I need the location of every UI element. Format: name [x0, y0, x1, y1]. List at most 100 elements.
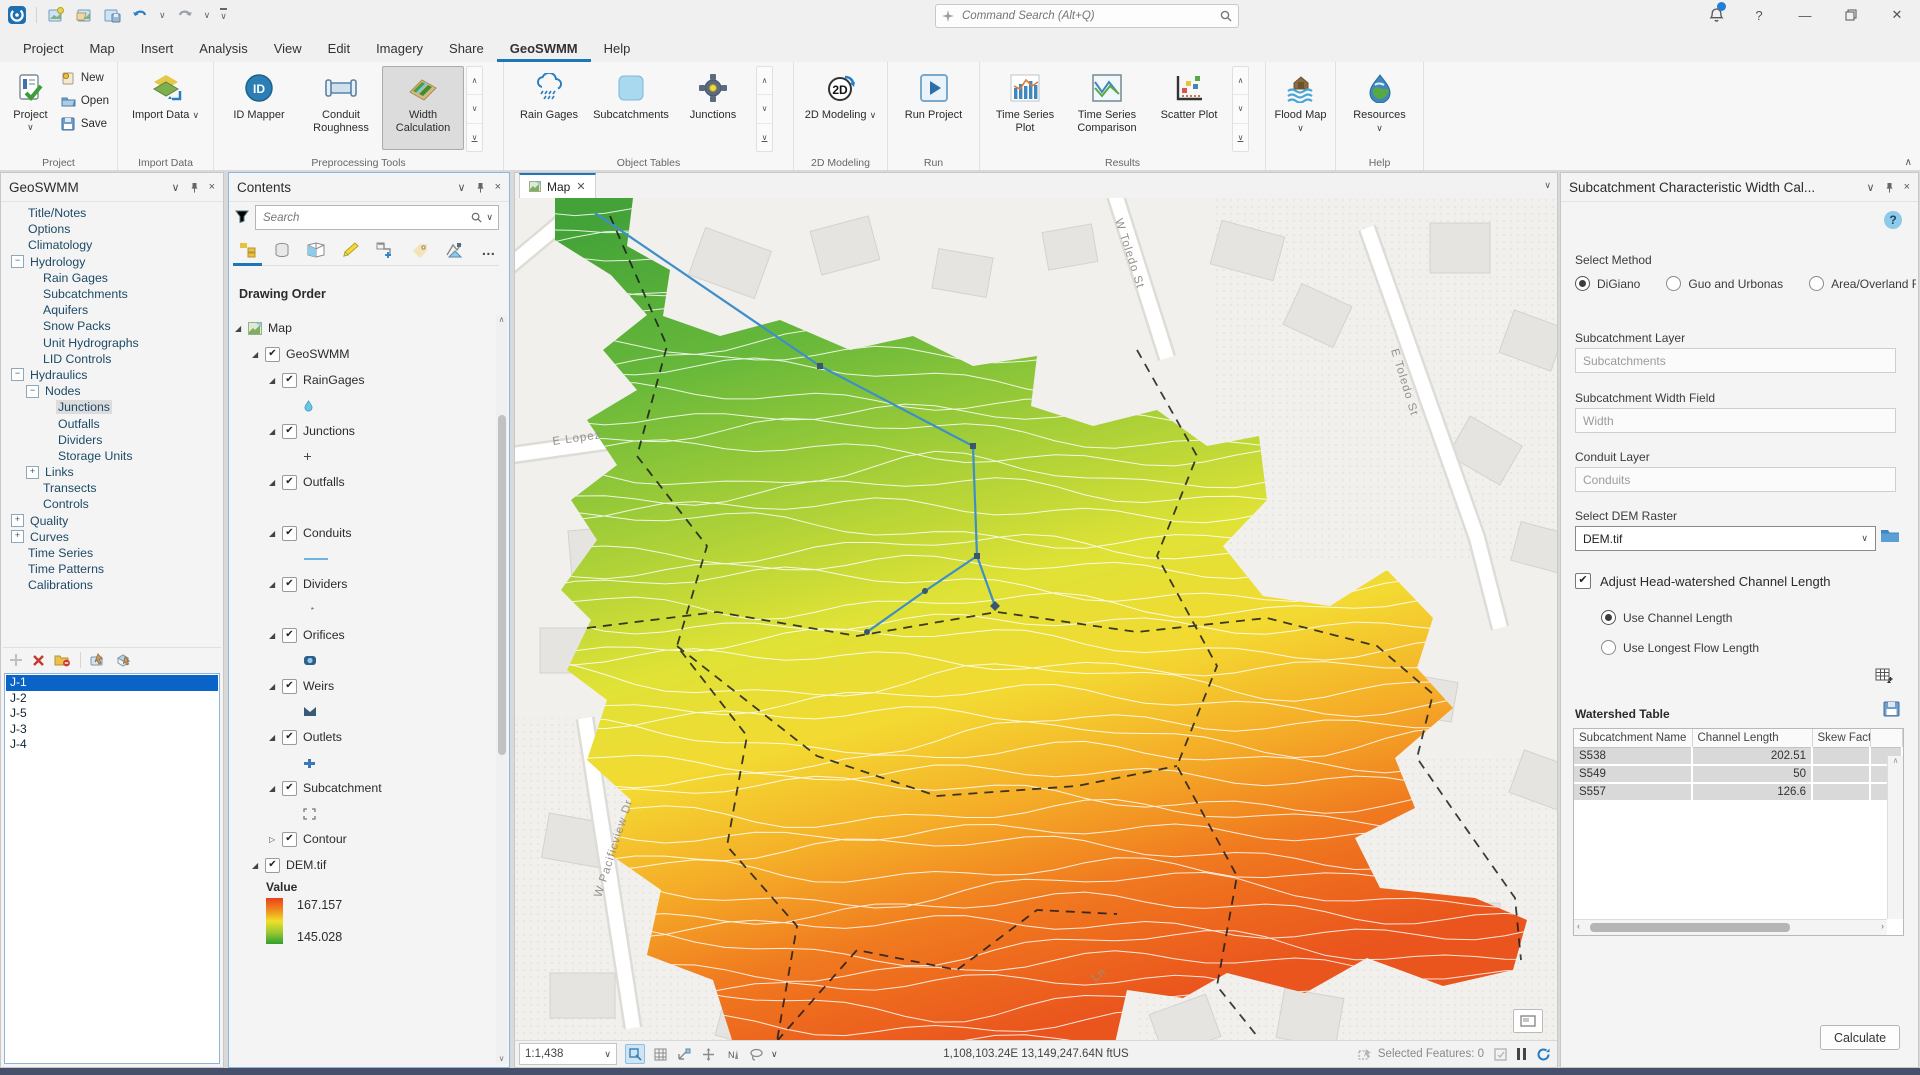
cell-name[interactable]: S549 [1574, 765, 1692, 783]
tree-item-time-series[interactable]: Time Series [3, 545, 221, 561]
contents-search[interactable]: ∨ [255, 205, 499, 230]
list-item-j-4[interactable]: J-4 [6, 737, 218, 753]
undo-dropdown-icon[interactable]: ∨ [159, 10, 166, 21]
junctions-button[interactable]: Junctions [672, 66, 754, 150]
symbol-subcatchment[interactable] [233, 801, 493, 826]
tab-list-icon[interactable]: ∨ [1544, 180, 1551, 191]
open-button[interactable]: Open [57, 91, 113, 111]
contents-search-input[interactable] [261, 211, 467, 225]
tree-item-hydraulics[interactable]: −Hydraulics [3, 367, 221, 383]
tab-drawing-order[interactable] [237, 239, 258, 261]
symbol-dividers[interactable] [233, 597, 493, 622]
command-search-input[interactable] [960, 9, 1214, 23]
object-tables-scroll[interactable]: ∧∨∨ [756, 66, 773, 152]
tree-item-links[interactable]: +Links [3, 464, 221, 480]
map-canvas[interactable]: W Toledo StE Toledo StE LopezW Pacificvi… [515, 198, 1557, 1041]
tree-item-title-notes[interactable]: Title/Notes [3, 205, 221, 221]
tab-snapping[interactable] [375, 239, 396, 261]
symbol-junctions[interactable] [233, 444, 493, 469]
layer-weirs[interactable]: ◢✔Weirs [233, 673, 493, 699]
redo-dropdown-icon[interactable]: ∨ [204, 10, 211, 21]
width-field-input[interactable]: Width [1575, 408, 1896, 433]
col-skew-factor[interactable]: Skew Factor [1812, 729, 1870, 748]
layer-visibility-checkbox[interactable]: ✔ [282, 832, 297, 847]
tree-item-controls[interactable]: Controls [3, 496, 221, 512]
cell-channel-length[interactable]: 202.51 [1692, 748, 1812, 766]
minimize-button[interactable]: — [1782, 0, 1828, 30]
panel-menu-icon[interactable]: ∨ [1867, 181, 1875, 194]
adjust-channel-length-checkbox[interactable]: ✔ Adjust Head-watershed Channel Length [1575, 573, 1831, 589]
remove-all-icon[interactable] [54, 653, 71, 667]
help-button[interactable]: ? [1736, 0, 1782, 30]
radio-digiano[interactable]: DiGiano [1575, 276, 1640, 291]
layer-visibility-checkbox[interactable]: ✔ [282, 730, 297, 745]
refresh-button[interactable] [1536, 1047, 1551, 1062]
tree-item-calibrations[interactable]: Calibrations [3, 577, 221, 593]
map-tab[interactable]: Map ✕ [519, 173, 596, 199]
menu-tab-imagery[interactable]: Imagery [363, 35, 436, 62]
layer-map[interactable]: ◢Map [233, 315, 493, 341]
menu-tab-help[interactable]: Help [591, 35, 644, 62]
cell-name[interactable]: S538 [1574, 748, 1692, 766]
tree-item-subcatchments[interactable]: Subcatchments [3, 286, 221, 302]
menu-tab-insert[interactable]: Insert [128, 35, 187, 62]
tree-item-snow-packs[interactable]: Snow Packs [3, 318, 221, 334]
snap-options-icon[interactable]: ∨ [771, 1049, 778, 1060]
list-item-j-3[interactable]: J-3 [6, 722, 218, 738]
dem-raster-select[interactable]: DEM.tif∨ [1575, 526, 1876, 551]
tree-item-lid-controls[interactable]: LID Controls [3, 351, 221, 367]
close-panel-icon[interactable]: × [209, 181, 215, 193]
symbol-orifices[interactable] [233, 648, 493, 673]
tree-item-transects[interactable]: Transects [3, 480, 221, 496]
preprocessing-scroll[interactable]: ∧∨∨ [466, 66, 483, 152]
layer-subcatchment[interactable]: ◢✔Subcatchment [233, 775, 493, 801]
tree-item-curves[interactable]: +Curves [3, 529, 221, 545]
close-panel-icon[interactable]: × [495, 181, 501, 193]
cell-channel-length[interactable]: 126.6 [1692, 783, 1812, 801]
2d-modeling-button[interactable]: 2D 2D Modeling ∨ [800, 66, 882, 150]
symbol-conduits[interactable] [233, 546, 493, 571]
tab-data-source[interactable] [271, 239, 292, 261]
close-map-tab-icon[interactable]: ✕ [576, 180, 585, 193]
layer-visibility-checkbox[interactable]: ✔ [282, 373, 297, 388]
expand-icon[interactable]: + [11, 514, 24, 527]
collapse-ribbon-icon[interactable]: ∧ [1905, 157, 1912, 168]
table-vertical-scrollbar[interactable]: ∧ [1887, 756, 1903, 919]
save-table-icon[interactable] [1883, 701, 1900, 717]
radio-area-overland[interactable]: Area/Overland Flow [1809, 276, 1916, 291]
browse-folder-icon[interactable] [1880, 527, 1900, 544]
table-row[interactable]: S538202.51 [1574, 748, 1902, 766]
tree-item-rain-gages[interactable]: Rain Gages [3, 270, 221, 286]
notifications-bell-icon[interactable] [1696, 0, 1736, 30]
menu-tab-geoswmm[interactable]: GeoSWMM [497, 35, 591, 62]
tree-item-outfalls[interactable]: Outfalls [3, 415, 221, 431]
filter-icon[interactable] [235, 209, 249, 223]
tree-item-unit-hydrographs[interactable]: Unit Hydrographs [3, 335, 221, 351]
close-button[interactable]: ✕ [1874, 0, 1920, 30]
layer-raingages[interactable]: ◢✔RainGages [233, 367, 493, 393]
map-overview-button[interactable] [1513, 1009, 1543, 1033]
collapse-layer-icon[interactable]: ◢ [252, 350, 265, 359]
radio-guo-urbonas[interactable]: Guo and Urbonas [1666, 276, 1783, 291]
project-button[interactable]: Project ∨ [4, 66, 57, 150]
layer-visibility-checkbox[interactable]: ✔ [282, 475, 297, 490]
tree-item-nodes[interactable]: −Nodes [3, 383, 221, 399]
command-search[interactable] [935, 4, 1239, 28]
run-project-button[interactable]: Run Project [893, 66, 975, 150]
populate-table-icon[interactable] [1875, 668, 1894, 685]
tree-item-quality[interactable]: +Quality [3, 513, 221, 529]
collapse-icon[interactable]: − [11, 368, 24, 381]
tree-item-options[interactable]: Options [3, 221, 221, 237]
subcatchment-layer-input[interactable]: Subcatchments [1575, 348, 1896, 373]
collapse-layer-icon[interactable]: ◢ [269, 682, 282, 691]
layer-visibility-checkbox[interactable]: ✔ [265, 347, 280, 362]
layer-contour[interactable]: ▷✔Contour [233, 826, 493, 852]
tab-labeling[interactable] [409, 239, 430, 261]
collapse-layer-icon[interactable]: ◢ [235, 324, 248, 333]
cell-skew[interactable] [1812, 765, 1870, 783]
cell-name[interactable]: S557 [1574, 783, 1692, 801]
layer-visibility-checkbox[interactable]: ✔ [282, 424, 297, 439]
list-item-j-2[interactable]: J-2 [6, 691, 218, 707]
time-series-comparison-button[interactable]: Time Series Comparison [1066, 66, 1148, 150]
tab-editing[interactable] [340, 239, 361, 261]
